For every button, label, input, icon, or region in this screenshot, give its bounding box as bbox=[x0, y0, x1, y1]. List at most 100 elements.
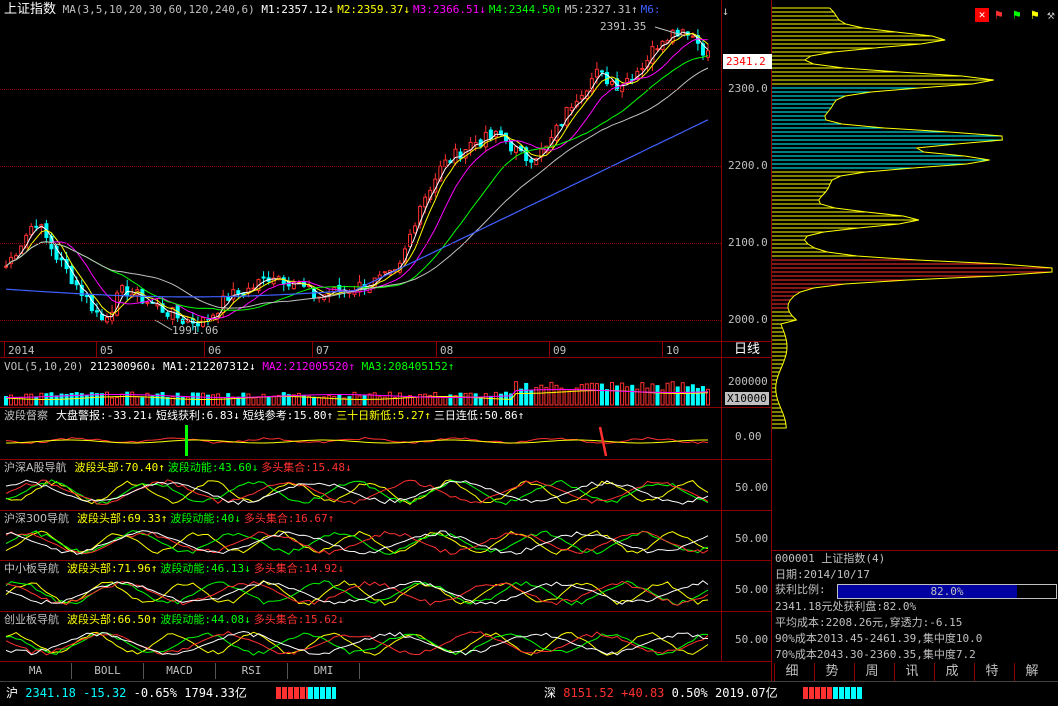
ma-value-5: M5:2327.31↑ bbox=[564, 3, 638, 16]
volume-bar bbox=[483, 393, 488, 406]
sz-price: 8151.52 bbox=[563, 686, 614, 700]
volume-bar bbox=[675, 386, 680, 406]
kline-chart[interactable]: 2391.35 1991.06 bbox=[0, 18, 721, 341]
volume-chart[interactable] bbox=[0, 372, 721, 407]
panel3-item-1: 波段动能:40↓ bbox=[170, 512, 241, 525]
ma-value-1: M1:2357.12↓ bbox=[261, 3, 335, 16]
ma2-line bbox=[5, 32, 709, 323]
volume-bar bbox=[443, 396, 448, 406]
candle bbox=[115, 290, 120, 317]
volume-bar bbox=[478, 396, 483, 406]
candle bbox=[604, 66, 609, 87]
chip-distribution-chart[interactable] bbox=[772, 0, 1058, 550]
gridline bbox=[0, 320, 721, 321]
volume-bar bbox=[34, 396, 39, 406]
candle bbox=[79, 279, 84, 302]
candle bbox=[44, 219, 49, 245]
sh-label: 沪 bbox=[6, 686, 19, 700]
chip-date: 日期:2014/10/17 bbox=[775, 568, 870, 581]
sz-status[interactable]: 深 8151.52 +40.83 0.50% 2019.07亿 bbox=[544, 685, 778, 701]
high-label: 2391.35 bbox=[600, 20, 646, 33]
volume-bar bbox=[397, 392, 402, 406]
period-label[interactable]: 日线 bbox=[734, 343, 760, 356]
tab-rsi[interactable]: RSI bbox=[216, 663, 288, 679]
volume-bar bbox=[125, 391, 130, 406]
date-tick: 06 bbox=[208, 344, 222, 357]
panel3-name[interactable]: 沪深300导航 bbox=[4, 512, 69, 525]
volume-bar bbox=[130, 391, 135, 406]
date-tick: 09 bbox=[553, 344, 567, 357]
ma-value-6: M6: bbox=[640, 3, 661, 16]
panel5-chart[interactable] bbox=[0, 627, 721, 660]
side-tab-6[interactable]: 解 bbox=[1014, 663, 1049, 681]
tab-dmi[interactable]: DMI bbox=[288, 663, 360, 679]
chip-info-line: 70%成本2043.30-2360.35,集中度7.2 bbox=[775, 648, 976, 661]
low-label: 1991.06 bbox=[172, 324, 218, 337]
volume-bar bbox=[594, 383, 599, 406]
gridline bbox=[0, 166, 721, 167]
panel1-item-1: 短线获利:6.83↓ bbox=[155, 409, 240, 422]
volume-bar bbox=[650, 383, 655, 406]
candle bbox=[357, 274, 362, 297]
volume-bar bbox=[645, 387, 650, 406]
panel1-chart[interactable] bbox=[0, 423, 721, 458]
panel5-name[interactable]: 创业板导航 bbox=[4, 613, 59, 626]
volume-bar bbox=[49, 392, 54, 406]
panel2-item-0: 波段头部:70.40↑ bbox=[74, 461, 165, 474]
side-tab-0[interactable]: 细 bbox=[774, 663, 809, 681]
volume-bar bbox=[695, 387, 700, 406]
volume-bar bbox=[241, 392, 246, 406]
ma-value-3: M3:2366.51↓ bbox=[413, 3, 486, 16]
side-tab-4[interactable]: 成 bbox=[934, 663, 969, 681]
panel5-y-tick: 50.00 bbox=[735, 633, 769, 646]
panel5-item-2: 多头集合:15.62↓ bbox=[253, 613, 345, 626]
volume-bar bbox=[206, 394, 211, 406]
side-tab-1[interactable]: 势 bbox=[814, 663, 849, 681]
arrow-down-icon[interactable]: ↓ bbox=[722, 4, 729, 18]
sh-mini-bars bbox=[276, 687, 336, 699]
vol-y-tick: 200000 bbox=[728, 375, 768, 388]
candle bbox=[281, 275, 286, 292]
date-tick: 10 bbox=[666, 344, 680, 357]
panel2-y-tick: 50.00 bbox=[735, 481, 769, 494]
volume-bar bbox=[105, 391, 110, 406]
sz-label: 深 bbox=[544, 686, 557, 700]
date-tick-mark bbox=[436, 342, 437, 357]
candle bbox=[246, 282, 251, 298]
side-tab-3[interactable]: 讯 bbox=[894, 663, 929, 681]
volume-bar bbox=[584, 383, 589, 406]
panel2-name[interactable]: 沪深A股导航 bbox=[4, 461, 67, 474]
price-tick: 2200.0 bbox=[728, 159, 768, 172]
panel3-chart[interactable] bbox=[0, 526, 721, 559]
volume-bar bbox=[503, 391, 508, 406]
sh-pct: -0.65% bbox=[133, 686, 178, 700]
tab-ma[interactable]: MA bbox=[0, 663, 72, 679]
index-title[interactable]: 上证指数 bbox=[4, 2, 56, 17]
panel3-y-tick: 50.00 bbox=[735, 532, 769, 545]
volume-bar bbox=[160, 391, 165, 406]
date-tick: 07 bbox=[316, 344, 330, 357]
tab-boll[interactable]: BOLL bbox=[72, 663, 144, 679]
ma1-line bbox=[5, 31, 709, 324]
volume-bar bbox=[382, 396, 387, 406]
panel4-chart[interactable] bbox=[0, 576, 721, 610]
side-tab-2[interactable]: 周 bbox=[854, 663, 889, 681]
sh-status[interactable]: 沪 2341.18 -15.32 -0.65% 1794.33亿 bbox=[6, 685, 247, 701]
price-tick: 2100.0 bbox=[728, 236, 768, 249]
signal-marker bbox=[185, 425, 188, 456]
volume-bar bbox=[685, 386, 690, 406]
ma-value-4: M4:2344.50↑ bbox=[488, 3, 562, 16]
tab-macd[interactable]: MACD bbox=[144, 663, 216, 679]
ma-label: MA(3,5,10,20,30,60,120,240,6) bbox=[62, 3, 255, 16]
divider bbox=[0, 459, 771, 460]
panel2-chart[interactable] bbox=[0, 475, 721, 509]
volume-bar bbox=[418, 394, 423, 406]
panel4-item-2: 多头集合:14.92↓ bbox=[253, 562, 345, 575]
panel4-item-1: 波段动能:46.13↓ bbox=[160, 562, 251, 575]
date-tick-mark bbox=[662, 342, 663, 357]
side-tab-5[interactable]: 特 bbox=[974, 663, 1009, 681]
candle bbox=[433, 173, 438, 198]
panel1-name[interactable]: 波段督察 bbox=[4, 409, 48, 422]
main-header: 上证指数 MA(3,5,10,20,30,60,120,240,6) M1:23… bbox=[4, 3, 664, 16]
panel4-name[interactable]: 中小板导航 bbox=[4, 562, 59, 575]
